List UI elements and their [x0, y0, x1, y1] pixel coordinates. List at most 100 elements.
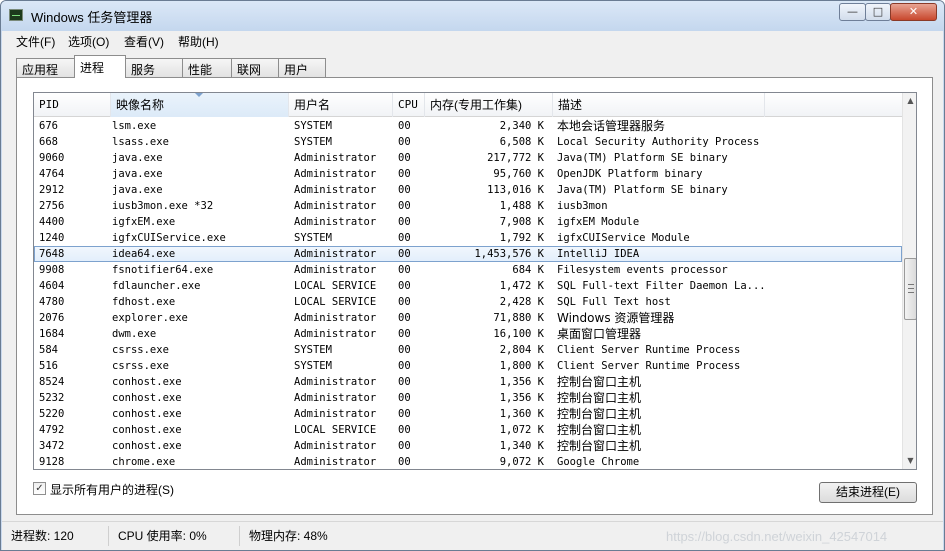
scrollbar-thumb[interactable] [904, 258, 916, 320]
process-pid: 2756 [39, 200, 65, 212]
process-user-name: SYSTEM [294, 360, 332, 372]
table-row[interactable]: 5232 conhost.exe Administrator 00 1,356 K 控制台… [34, 390, 902, 406]
menu-options[interactable]: 选项(O) [68, 33, 109, 50]
table-row[interactable]: 4764 java.exe Administrator 00 95,760 K OpenJ… [34, 166, 902, 182]
process-description: Local Security Authority Process [557, 136, 760, 148]
task-manager-window: Windows 任务管理器 — □ ✕ 文件(F) 选项(O) 查看(V) 帮助… [0, 0, 945, 551]
close-button[interactable]: ✕ [890, 3, 937, 21]
table-row[interactable]: 4400 igfxEM.exe Administrator 00 7,908 K igfx… [34, 214, 902, 230]
process-cpu: 00 [398, 152, 411, 164]
process-image-name: conhost.exe [112, 408, 182, 420]
process-memory: 1,360 K [499, 408, 544, 420]
table-row[interactable]: 1240 igfxCUIService.exe SYSTEM 00 1,792 K igf… [34, 230, 902, 246]
process-memory: 6,508 K [499, 136, 544, 148]
table-row[interactable]: 1684 dwm.exe Administrator 00 16,100 K 桌面窗口管理… [34, 326, 902, 342]
menu-help[interactable]: 帮助(H) [178, 33, 219, 50]
process-cpu: 00 [398, 344, 411, 356]
process-user-name: Administrator [294, 456, 377, 468]
table-row[interactable]: 2912 java.exe Administrator 00 113,016 K Java… [34, 182, 902, 198]
column-header-description[interactable]: 描述 [553, 93, 765, 117]
process-memory: 217,772 K [487, 152, 544, 164]
process-user-name: LOCAL SERVICE [294, 424, 377, 436]
tab-services[interactable]: 服务 [125, 58, 183, 77]
table-row[interactable]: 5220 conhost.exe Administrator 00 1,360 K 控制台… [34, 406, 902, 422]
end-process-button[interactable]: 结束进程(E) [819, 482, 917, 503]
show-all-users-label[interactable]: 显示所有用户的进程(S) [50, 481, 174, 498]
tab-networking[interactable]: 联网 [231, 58, 279, 77]
process-memory: 1,356 K [499, 376, 544, 388]
window-title: Windows 任务管理器 [31, 10, 153, 25]
process-user-name: Administrator [294, 264, 377, 276]
process-image-name: java.exe [112, 152, 163, 164]
table-row-selected[interactable]: 7648 idea64.exe Administrator 00 1,453,576 K… [34, 246, 902, 262]
scroll-up-icon[interactable]: ▲ [905, 95, 916, 106]
process-image-name: iusb3mon.exe *32 [112, 200, 214, 212]
process-description: SQL Full Text host [557, 296, 671, 308]
process-list-header: PID 映像名称 用户名 CPU 内存(专用工作集) 描述 [34, 93, 902, 117]
column-header-user-name[interactable]: 用户名 [289, 93, 393, 117]
task-manager-app-icon [9, 9, 23, 21]
process-description: 本地会话管理器服务 [557, 119, 666, 133]
tab-processes[interactable]: 进程 [74, 55, 126, 78]
process-cpu: 00 [398, 328, 411, 340]
process-cpu: 00 [398, 376, 411, 388]
process-memory: 1,800 K [499, 360, 544, 372]
table-row[interactable]: 4604 fdlauncher.exe LOCAL SERVICE 00 1,472 K… [34, 278, 902, 294]
process-user-name: Administrator [294, 392, 377, 404]
process-image-name: lsass.exe [112, 136, 169, 148]
show-all-users-checkbox[interactable]: ✓ [33, 482, 46, 495]
process-list[interactable]: PID 映像名称 用户名 CPU 内存(专用工作集) 描述 676 lsm.exe… [33, 92, 917, 470]
process-memory: 1,472 K [499, 280, 544, 292]
table-row[interactable]: 668 lsass.exe SYSTEM 00 6,508 K Local Securit… [34, 134, 902, 150]
column-header-image-name[interactable]: 映像名称 [111, 93, 289, 117]
table-row[interactable]: 516 csrss.exe SYSTEM 00 1,800 K Client Server… [34, 358, 902, 374]
process-description: SQL Full-text Filter Daemon La... [557, 280, 766, 292]
table-row[interactable]: 2756 iusb3mon.exe *32 Administrator 00 1,488… [34, 198, 902, 214]
scroll-down-icon[interactable]: ▼ [905, 455, 916, 466]
process-memory: 9,072 K [499, 456, 544, 468]
tab-applications[interactable]: 应用程序 [16, 58, 75, 94]
process-image-name: conhost.exe [112, 392, 182, 404]
column-header-memory[interactable]: 内存(专用工作集) [425, 93, 553, 117]
process-cpu: 00 [398, 200, 411, 212]
process-memory: 1,488 K [499, 200, 544, 212]
menu-view[interactable]: 查看(V) [124, 33, 164, 50]
process-cpu: 00 [398, 440, 411, 452]
title-bar[interactable]: Windows 任务管理器 — □ ✕ [1, 1, 944, 31]
process-memory: 95,760 K [493, 168, 544, 180]
table-row[interactable]: 9908 fsnotifier64.exe Administrator 00 684 K… [34, 262, 902, 278]
status-process-count: 进程数: 120 [5, 526, 109, 546]
process-user-name: Administrator [294, 168, 377, 180]
table-row[interactable]: 676 lsm.exe SYSTEM 00 2,340 K 本地会话管理器服务 [34, 118, 902, 134]
table-row[interactable]: 4792 conhost.exe LOCAL SERVICE 00 1,072 K 控制台… [34, 422, 902, 438]
process-pid: 2076 [39, 312, 65, 324]
menu-bar: 文件(F) 选项(O) 查看(V) 帮助(H) [2, 31, 943, 51]
table-row[interactable]: 584 csrss.exe SYSTEM 00 2,804 K Client Server… [34, 342, 902, 358]
process-cpu: 00 [398, 216, 411, 228]
process-memory: 1,453,576 K [474, 248, 544, 260]
minimize-button[interactable]: — [839, 3, 866, 21]
table-row[interactable]: 9128 chrome.exe Administrator 00 9,072 K Goog… [34, 454, 902, 469]
process-user-name: Administrator [294, 440, 377, 452]
maximize-button[interactable]: □ [865, 3, 891, 21]
table-row[interactable]: 2076 explorer.exe Administrator 00 71,880 K W… [34, 310, 902, 326]
tab-users[interactable]: 用户 [278, 58, 326, 77]
table-row[interactable]: 3472 conhost.exe Administrator 00 1,340 K 控制台… [34, 438, 902, 454]
watermark-text: https://blog.csdn.net/weixin_42547014 [666, 529, 888, 544]
process-pid: 2912 [39, 184, 65, 196]
column-header-cpu[interactable]: CPU [393, 93, 425, 117]
table-row[interactable]: 8524 conhost.exe Administrator 00 1,356 K 控制台… [34, 374, 902, 390]
process-cpu: 00 [398, 408, 411, 420]
tab-performance[interactable]: 性能 [182, 58, 232, 77]
process-memory: 16,100 K [493, 328, 544, 340]
menu-file[interactable]: 文件(F) [16, 33, 55, 50]
column-header-pid[interactable]: PID [34, 93, 111, 117]
process-memory: 1,340 K [499, 440, 544, 452]
process-pid: 1684 [39, 328, 65, 340]
table-row[interactable]: 4780 fdhost.exe LOCAL SERVICE 00 2,428 K SQL … [34, 294, 902, 310]
vertical-scrollbar[interactable]: ▲ ▼ [902, 93, 916, 469]
process-description: IntelliJ IDEA [557, 248, 640, 260]
table-row[interactable]: 9060 java.exe Administrator 00 217,772 K Java… [34, 150, 902, 166]
process-description: Client Server Runtime Process [557, 344, 741, 356]
process-image-name: igfxCUIService.exe [112, 232, 226, 244]
